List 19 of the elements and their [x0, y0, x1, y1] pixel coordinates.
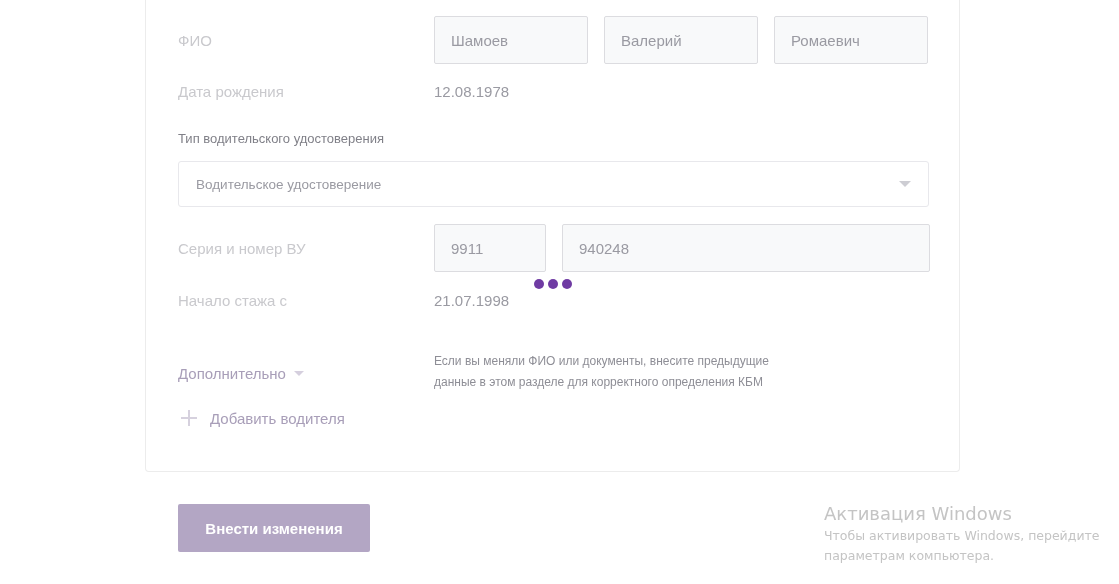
input-field[interactable]: Валерий — [604, 16, 758, 64]
input-field[interactable]: 940248 — [562, 224, 930, 272]
submit-button[interactable]: Внести изменения — [178, 504, 370, 552]
input-field[interactable]: 9911 — [434, 224, 546, 272]
activation-title: Активация Windows — [824, 502, 1013, 526]
hint-text: Если вы меняли ФИО или документы, внесите предыдущие данные в этом разделе для корректного определения КБМ — [434, 353, 770, 391]
caret-icon — [293, 371, 304, 376]
activation-text: параметрам компьютера. — [824, 547, 996, 565]
field-value: 12.08.1978 — [434, 82, 510, 100]
caret-icon — [899, 181, 911, 187]
activation-text: Чтобы активировать Windows, перейдите — [824, 527, 1100, 545]
license-type-dropdown[interactable]: Водительское удостоверение — [178, 161, 929, 207]
additional-toggle[interactable]: Дополнительно — [178, 365, 434, 382]
add-driver-button[interactable]: Добавить водителя — [178, 409, 345, 427]
input-field[interactable]: Шамоев — [434, 16, 588, 64]
section-label: Тип водительского удостоверения — [178, 130, 385, 148]
field-value: 21.07.1998 — [434, 291, 510, 309]
plus-icon — [180, 409, 198, 427]
input-field[interactable]: Ромаевич — [774, 16, 928, 64]
